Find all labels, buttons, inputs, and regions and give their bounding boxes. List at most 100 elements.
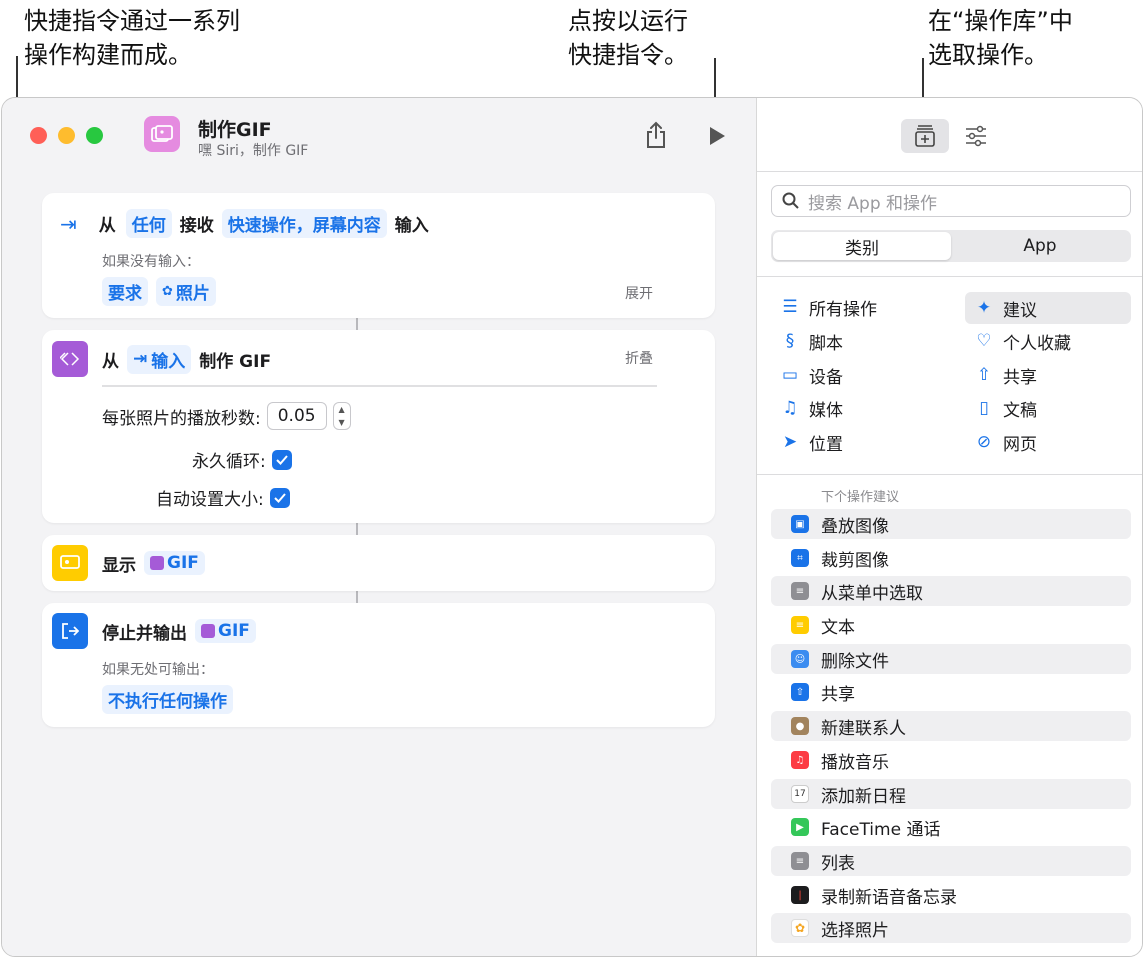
suggestion-facetime[interactable]: ▶ FaceTime 通话 [771,812,1131,842]
shortcut-icon[interactable] [144,116,180,152]
loop-label: 永久循环: [192,452,266,472]
loop-checkbox[interactable] [271,449,292,470]
suggestion-share[interactable]: ⇧ 共享 [771,677,1131,707]
category-suggestions[interactable]: ✦ 建议 [965,292,1131,324]
any-token[interactable]: 任何 [125,209,172,238]
make-gif-icon [52,341,88,377]
category-label: 网页 [1003,434,1037,455]
search-field[interactable]: 搜索 App 和操作 [771,185,1131,217]
suggestion-label: 选择照片 [821,920,889,941]
receive-input-action[interactable]: ⇥ 从 任何 接收 快速操作，屏幕内容 输入 如果没有输入： 要求 ✿ 照片 展… [42,193,715,318]
input-label: 输入 [394,216,429,236]
seconds-label: 每张照片的播放秒数: [102,408,261,429]
zoom-button[interactable] [86,127,103,144]
checkmark-icon [276,454,288,465]
make-gif-divider [102,385,657,387]
input-types-token[interactable]: 快速操作，屏幕内容 [221,209,387,238]
category-sharing[interactable]: ⇧ 共享 [965,359,1131,391]
suggestion-play-music[interactable]: ♫ 播放音乐 [771,745,1131,775]
menu-icon: ≡ [791,582,809,600]
editor-pane: 制作GIF 嘿 Siri，制作 GIF ⇥ 从 任何 接收 快速操作，屏幕内容 … [2,98,756,956]
callout-run-line2: 快捷指令。 [568,41,688,69]
seconds-field[interactable]: 0.05 [266,402,327,430]
photos-token-label: 照片 [175,284,210,304]
suggestions-header: 下个操作建议 [821,490,900,505]
category-media[interactable]: ♫ 媒体 [771,392,951,424]
location-icon: ➤ [782,432,798,452]
category-all-actions[interactable]: ☰ 所有操作 [771,291,951,323]
suggestion-label: FaceTime 通话 [821,819,941,840]
share-icon [647,121,665,148]
suggestion-list[interactable]: ≡ 列表 [771,846,1131,876]
suggestion-delete-files[interactable]: ☺ 删除文件 [771,644,1131,674]
seconds-stepper[interactable]: ▲ ▼ [332,402,351,430]
suggestion-select-photos[interactable]: ✿ 选择照片 [771,913,1131,943]
category-device[interactable]: ▭ 设备 [771,359,951,391]
search-icon [782,192,799,209]
settings-button[interactable] [959,119,993,153]
category-favorites[interactable]: ♡ 个人收藏 [965,325,1131,357]
suggestion-label: 文本 [821,617,855,638]
share-icon: ⇧ [976,365,992,385]
category-label: 文稿 [1003,400,1037,421]
callout-library-line1: 在“操作库”中 [928,7,1073,35]
category-web[interactable]: ⊘ 网页 [965,426,1131,458]
minimize-button[interactable] [58,127,75,144]
suggestion-label: 从菜单中选取 [821,583,923,604]
library-button[interactable] [901,119,949,153]
input-icon: ⇥ [60,211,77,236]
suggestion-label: 叠放图像 [821,516,889,537]
suggestion-choose-from-menu[interactable]: ≡ 从菜单中选取 [771,576,1131,606]
suggestion-label: 播放音乐 [821,752,889,773]
suggestion-label: 录制新语音备忘录 [821,887,957,908]
sparkle-icon: ✦ [976,298,992,318]
segment-apps[interactable]: App [951,232,1129,260]
suggestion-voice-memo[interactable]: | 录制新语音备忘录 [771,880,1131,910]
close-button[interactable] [30,127,47,144]
autosize-checkbox[interactable] [269,487,290,508]
category-documents[interactable]: ▯ 文稿 [965,392,1131,424]
category-location[interactable]: ➤ 位置 [771,426,951,458]
facetime-icon: ▶ [791,818,809,836]
no-output-label: 如果无处可输出： [102,662,214,678]
suggestion-add-event[interactable]: 17 添加新日程 [771,779,1131,809]
suggestion-crop-image[interactable]: ⌗ 裁剪图像 [771,543,1131,573]
finder-icon: ☺ [791,650,809,668]
input-token[interactable]: ⇥ 输入 [127,344,192,374]
do-nothing-token[interactable]: 不执行任何操作 [102,685,233,714]
search-placeholder: 搜索 App 和操作 [808,193,938,214]
suggestion-label: 删除文件 [821,651,889,672]
callout-library-line2: 选取操作。 [928,41,1048,69]
expand-button[interactable]: 展开 [625,283,653,303]
share-button[interactable] [642,120,670,150]
play-icon [710,127,725,145]
suggestion-text[interactable]: ≡ 文本 [771,610,1131,640]
category-scripting[interactable]: § 脚本 [771,325,951,357]
category-label: 脚本 [809,333,843,354]
contacts-icon: ● [791,717,809,735]
shortcut-title[interactable]: 制作GIF [198,115,272,142]
suggestion-label: 共享 [821,684,855,705]
script-icon: § [785,331,795,351]
photos-icon: ✿ [162,284,173,299]
show-gif-token[interactable]: GIF [144,551,205,575]
music-note-icon: ♫ [782,398,798,418]
collapse-button[interactable]: 折叠 [625,348,653,368]
suggestion-overlay-image[interactable]: ▣ 叠放图像 [771,509,1131,539]
require-token[interactable]: 要求 [102,277,148,306]
action-library-pane: 搜索 App 和操作 类别 App ☰ 所有操作 § 脚本 ▭ 设备 ♫ 媒体 ➤ 位置 … [756,98,1142,956]
segment-categories[interactable]: 类别 [773,232,951,260]
callout-actions: 快捷指令通过一系列 操作构建而成。 [24,4,240,72]
stop-output-action[interactable]: 停止并输出 GIF 如果无处可输出： 不执行任何操作 [42,603,715,727]
receive-from-label: 从 [98,216,116,236]
photos-token[interactable]: ✿ 照片 [156,277,216,306]
compass-icon: ⊘ [976,432,992,452]
make-gif-action[interactable]: 从 ⇥ 输入 制作 GIF 折叠 每张照片的播放秒数: 0.05 ▲ ▼ 永久循环… [42,330,715,523]
stepper-up-icon: ▲ [338,405,345,414]
show-action[interactable]: 显示 GIF [42,535,715,591]
sliders-icon [966,125,986,147]
stop-gif-token[interactable]: GIF [195,619,256,643]
suggestion-new-contact[interactable]: ● 新建联系人 [771,711,1131,741]
library-segmented-control[interactable]: 类别 App [771,230,1131,262]
run-button[interactable] [704,122,730,150]
